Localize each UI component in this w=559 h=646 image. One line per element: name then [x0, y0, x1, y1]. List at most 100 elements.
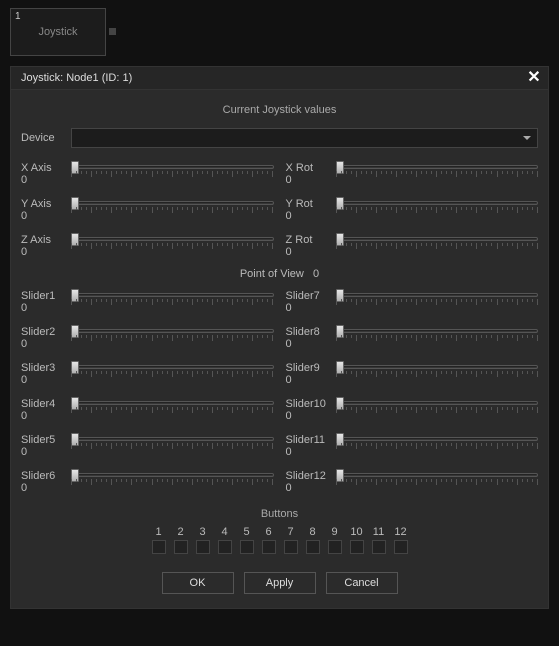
tab-joystick[interactable]: 1 Joystick [10, 8, 106, 56]
slider-slider1-labels: Slider10 [21, 290, 71, 314]
slider-slider11-labels: Slider110 [286, 434, 336, 458]
joy-button-indicator[interactable] [284, 540, 298, 554]
slider-slider3-track [71, 365, 274, 369]
axis-z-axis-track [71, 237, 274, 241]
axis-z-rot-slider[interactable] [336, 234, 539, 251]
axis-x-rot-name: X Rot [286, 162, 336, 174]
axis-x-axis-slider[interactable] [71, 162, 274, 179]
axis-z-axis-value: 0 [21, 246, 71, 258]
cancel-button[interactable]: Cancel [326, 572, 398, 594]
axes-grid: X Axis0Y Axis0Z Axis0 X Rot0Y Rot0Z Rot0 [21, 162, 538, 258]
joy-button-indicator[interactable] [218, 540, 232, 554]
axis-y-axis-track [71, 201, 274, 205]
axis-z-rot-row: Z Rot0 [286, 234, 539, 258]
joy-button-1: 1 [150, 526, 167, 554]
axis-y-rot-slider[interactable] [336, 198, 539, 215]
ok-button[interactable]: OK [162, 572, 234, 594]
slider-slider4-slider[interactable] [71, 398, 274, 415]
slider-slider4-track [71, 401, 274, 405]
slider-slider6-slider[interactable] [71, 470, 274, 487]
slider-slider10-track [336, 401, 539, 405]
axis-y-rot-row: Y Rot0 [286, 198, 539, 222]
slider-slider7-name: Slider7 [286, 290, 336, 302]
chevron-down-icon [523, 136, 531, 140]
joy-button-label: 8 [309, 526, 315, 538]
axis-y-rot-track [336, 201, 539, 205]
joy-button-indicator[interactable] [262, 540, 276, 554]
joy-button-label: 9 [331, 526, 337, 538]
joy-button-indicator[interactable] [372, 540, 386, 554]
close-button[interactable]: ✕ [526, 70, 542, 86]
slider-slider1-name: Slider1 [21, 290, 71, 302]
joy-button-8: 8 [304, 526, 321, 554]
sliders-grid: Slider10Slider20Slider30Slider40Slider50… [21, 290, 538, 494]
axis-z-rot-name: Z Rot [286, 234, 336, 246]
axis-z-rot-value: 0 [286, 246, 336, 258]
joy-button-indicator[interactable] [152, 540, 166, 554]
axis-z-rot-labels: Z Rot0 [286, 234, 336, 258]
slider-slider6-track [71, 473, 274, 477]
joy-button-indicator[interactable] [306, 540, 320, 554]
joy-button-label: 2 [177, 526, 183, 538]
axis-z-rot-track [336, 237, 539, 241]
section-title: Current Joystick values [21, 104, 538, 116]
slider-slider2-slider[interactable] [71, 326, 274, 343]
dialog-buttons: OK Apply Cancel [21, 572, 538, 594]
joy-button-indicator[interactable] [196, 540, 210, 554]
device-select[interactable] [71, 128, 538, 148]
axis-y-rot-value: 0 [286, 210, 336, 222]
close-icon: ✕ [527, 70, 540, 86]
joy-button-indicator[interactable] [240, 540, 254, 554]
panel-wrap: Joystick: Node1 (ID: 1) ✕ Current Joysti… [0, 66, 559, 619]
apply-button[interactable]: Apply [244, 572, 316, 594]
slider-slider3-slider[interactable] [71, 362, 274, 379]
slider-slider5-value: 0 [21, 446, 71, 458]
axis-x-axis-row: X Axis0 [21, 162, 274, 186]
axis-y-axis-value: 0 [21, 210, 71, 222]
axis-y-rot-name: Y Rot [286, 198, 336, 210]
slider-slider11-slider[interactable] [336, 434, 539, 451]
slider-slider3-labels: Slider30 [21, 362, 71, 386]
slider-slider2-value: 0 [21, 338, 71, 350]
slider-slider10-slider[interactable] [336, 398, 539, 415]
slider-slider12-row: Slider120 [286, 470, 539, 494]
axis-z-axis-slider[interactable] [71, 234, 274, 251]
slider-slider3-value: 0 [21, 374, 71, 386]
slider-slider3-row: Slider30 [21, 362, 274, 386]
slider-slider1-row: Slider10 [21, 290, 274, 314]
slider-slider12-slider[interactable] [336, 470, 539, 487]
slider-slider4-row: Slider40 [21, 398, 274, 422]
joy-button-11: 11 [370, 526, 387, 554]
slider-slider9-slider[interactable] [336, 362, 539, 379]
axis-x-rot-slider[interactable] [336, 162, 539, 179]
joy-button-label: 6 [265, 526, 271, 538]
pov-value: 0 [313, 268, 319, 280]
axis-x-axis-name: X Axis [21, 162, 71, 174]
device-row: Device [21, 128, 538, 148]
slider-slider1-slider[interactable] [71, 290, 274, 307]
slider-slider11-value: 0 [286, 446, 336, 458]
slider-slider5-slider[interactable] [71, 434, 274, 451]
axis-x-rot-value: 0 [286, 174, 336, 186]
axis-y-axis-slider[interactable] [71, 198, 274, 215]
slider-slider1-track [71, 293, 274, 297]
joy-button-indicator[interactable] [350, 540, 364, 554]
slider-slider8-slider[interactable] [336, 326, 539, 343]
joy-button-indicator[interactable] [174, 540, 188, 554]
axis-x-rot-labels: X Rot0 [286, 162, 336, 186]
joy-button-indicator[interactable] [394, 540, 408, 554]
joy-button-indicator[interactable] [328, 540, 342, 554]
slider-slider6-name: Slider6 [21, 470, 71, 482]
titlebar-title: Joystick: Node1 (ID: 1) [21, 72, 132, 84]
buttons-title: Buttons [21, 508, 538, 520]
tab-label: Joystick [38, 26, 77, 38]
slider-slider6-labels: Slider60 [21, 470, 71, 494]
joy-button-label: 10 [350, 526, 362, 538]
tab-handle[interactable] [109, 28, 116, 35]
slider-slider5-labels: Slider50 [21, 434, 71, 458]
slider-slider7-slider[interactable] [336, 290, 539, 307]
joy-button-label: 7 [287, 526, 293, 538]
joy-button-6: 6 [260, 526, 277, 554]
device-label: Device [21, 132, 71, 144]
joy-button-9: 9 [326, 526, 343, 554]
